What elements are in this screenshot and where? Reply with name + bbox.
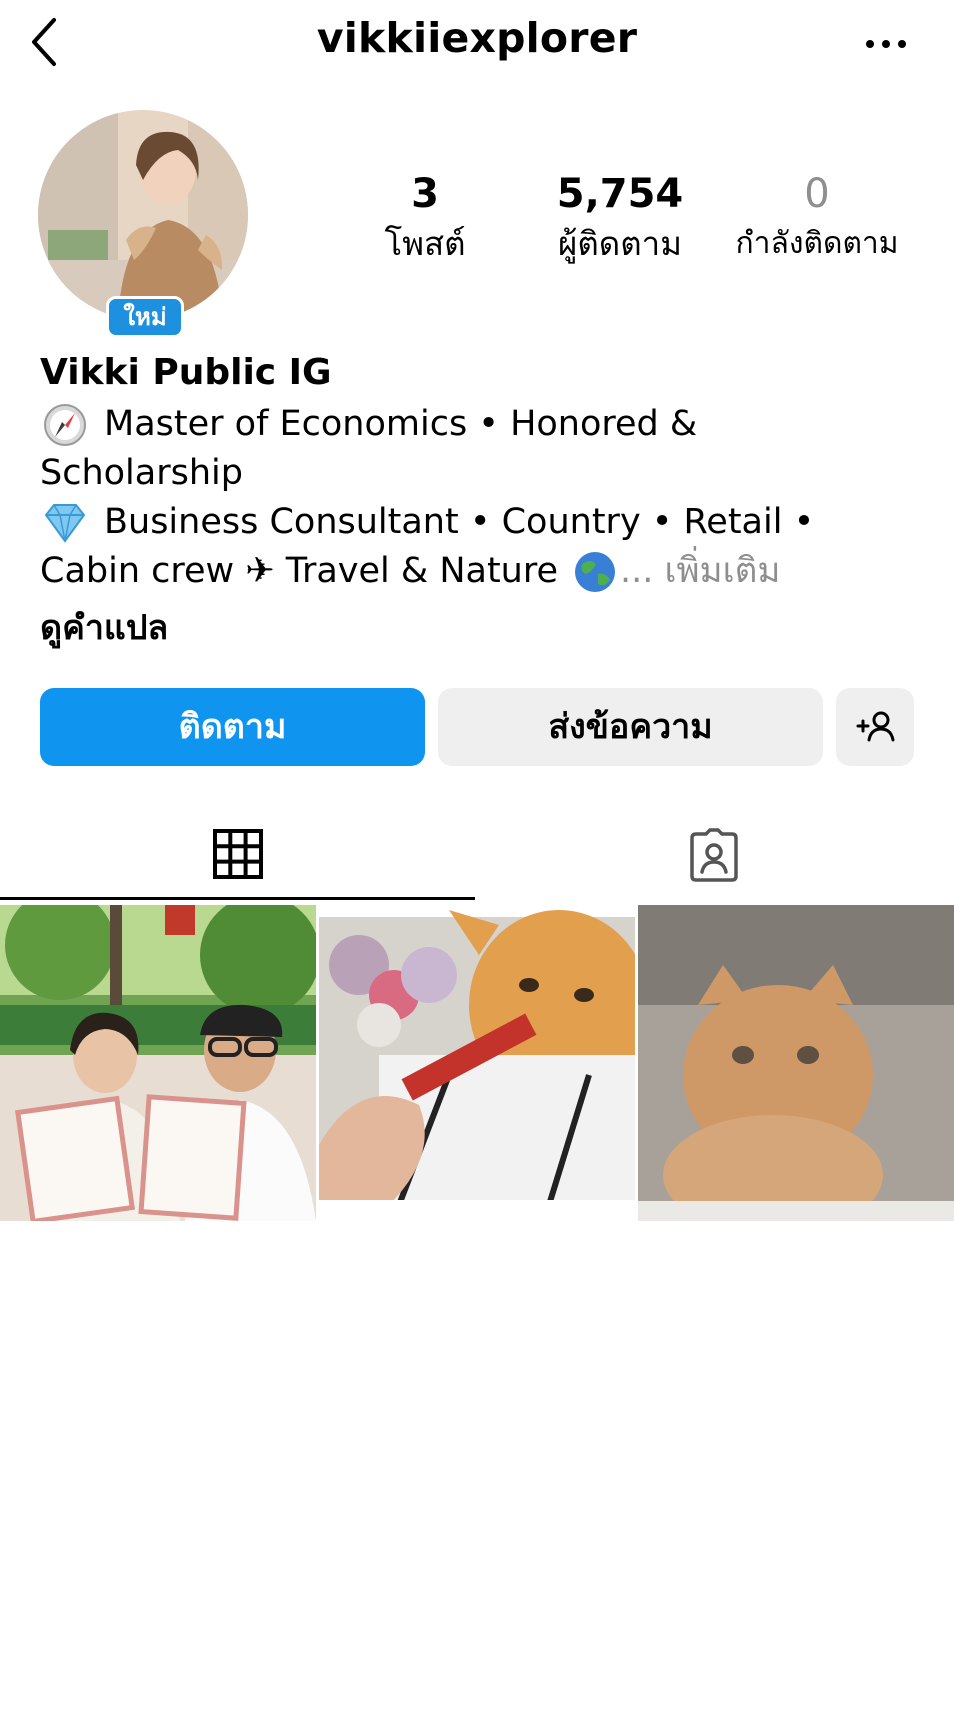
bio-line: Master of Economics • Honored &: [40, 400, 920, 449]
profile-bio: Master of Economics • Honored & Scholars…: [40, 400, 920, 596]
bio-line: Business Consultant • Country • Retail •: [40, 498, 920, 547]
display-name: Vikki Public IG: [40, 352, 332, 393]
top-bar: vikkiiexplorer: [0, 0, 954, 90]
tab-tagged[interactable]: [477, 810, 954, 900]
profile-avatar-container[interactable]: ใหม่: [38, 110, 248, 338]
bio-text-2: Scholarship: [40, 453, 243, 493]
suggest-users-button[interactable]: [836, 688, 914, 766]
grid-icon: [213, 829, 263, 879]
globe-emoji-icon: [575, 551, 616, 592]
followers-label: ผู้ติดตาม: [558, 224, 682, 263]
compass-emoji-icon: [44, 403, 86, 446]
more-horizontal-icon: [866, 40, 906, 48]
followers-stat[interactable]: 5,754 ผู้ติดตาม: [540, 170, 700, 268]
following-stat[interactable]: 0 กำลังติดตาม: [722, 170, 912, 268]
avatar[interactable]: [38, 110, 248, 320]
bio-text-3: Business Consultant • Country • Retail •: [104, 502, 815, 542]
more-options-button[interactable]: [860, 26, 912, 62]
see-translation-link[interactable]: ดูคำแปล: [40, 600, 168, 654]
profile-page: vikkiiexplorer ใหม่ 3 โพสต์ 5,754 ผู้ติด…: [0, 0, 954, 1718]
bio-text-1: Master of Economics • Honored &: [104, 404, 698, 444]
add-person-icon: [856, 711, 895, 742]
gem-emoji-icon: [44, 503, 86, 543]
post-thumbnail[interactable]: [638, 905, 954, 1221]
bio-line: Scholarship: [40, 449, 920, 498]
tagged-person-icon: [690, 828, 738, 882]
followers-count: 5,754: [556, 171, 684, 217]
following-count: 0: [804, 171, 830, 217]
message-button[interactable]: ส่งข้อความ: [438, 688, 823, 766]
bio-line: Cabin crew ✈ Travel & Nature ... เพิ่มเต…: [40, 547, 920, 596]
post-thumbnail[interactable]: [0, 905, 316, 1221]
tab-posts-grid[interactable]: [0, 810, 475, 900]
new-badge: ใหม่: [106, 296, 184, 338]
posts-stat[interactable]: 3 โพสต์: [355, 170, 495, 268]
posts-label: โพสต์: [384, 224, 466, 263]
bio-more-link[interactable]: ... เพิ่มเติม: [620, 547, 780, 596]
follow-button[interactable]: ติดตาม: [40, 688, 425, 766]
following-label: กำลังติดตาม: [735, 226, 899, 261]
profile-username: vikkiiexplorer: [316, 14, 638, 62]
post-thumbnail[interactable]: [319, 905, 635, 1221]
bio-text-4: Cabin crew ✈ Travel & Nature: [40, 551, 559, 591]
posts-count: 3: [411, 171, 439, 217]
